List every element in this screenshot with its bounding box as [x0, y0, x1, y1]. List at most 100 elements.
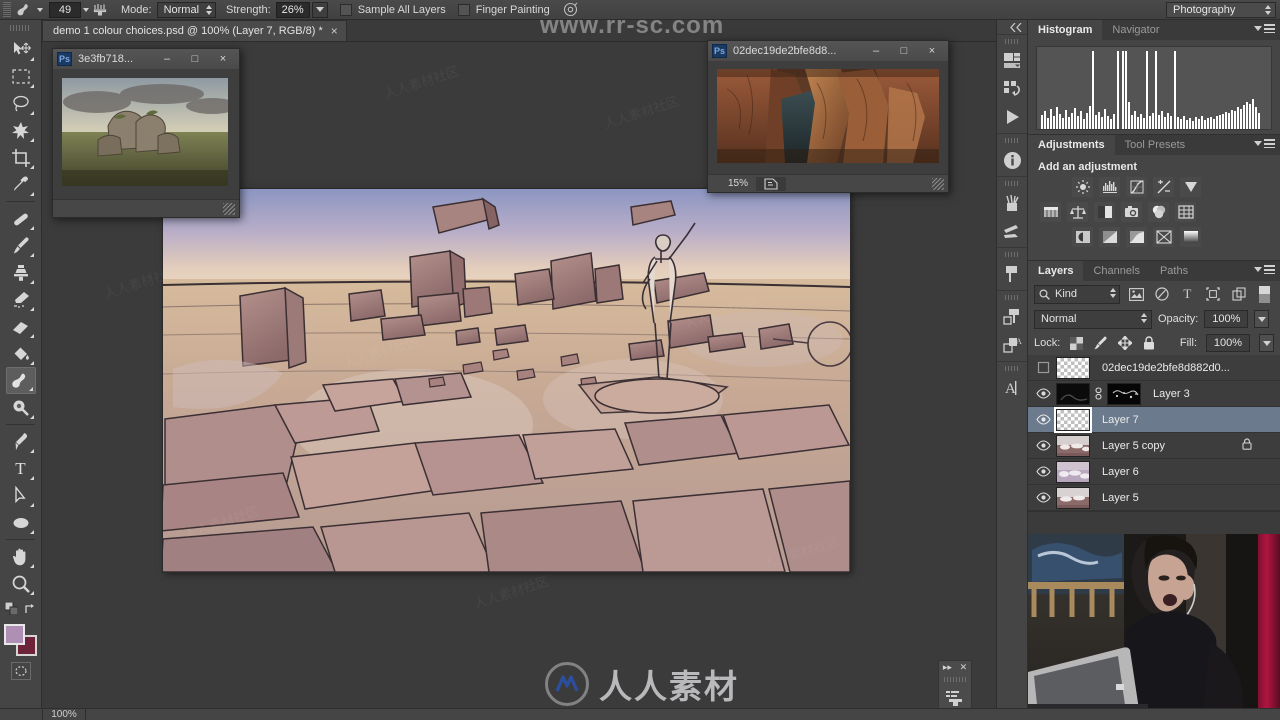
layer-visibility-toggle[interactable]	[1030, 381, 1056, 407]
brush-panel-icon[interactable]	[89, 1, 111, 19]
tab-tool-presets[interactable]: Tool Presets	[1115, 135, 1196, 155]
quick-mask-icon[interactable]	[10, 662, 31, 680]
layer-name[interactable]: Layer 7	[1102, 414, 1139, 426]
brush-presets-icon[interactable]	[998, 189, 1026, 217]
tool-move-flyout-icon[interactable]	[29, 57, 34, 61]
tab-adjustments[interactable]: Adjustments	[1028, 135, 1115, 155]
minimize-button[interactable]: –	[153, 50, 181, 68]
tool-path-selection[interactable]	[6, 482, 36, 509]
paragraph-styles-icon[interactable]: A	[998, 331, 1026, 359]
layer-thumbnail[interactable]	[1056, 486, 1090, 509]
tool-smudge[interactable]	[5, 367, 36, 394]
tool-spot-healing-brush[interactable]	[6, 205, 36, 232]
levels-icon[interactable]	[1099, 177, 1120, 197]
brush-size-input[interactable]: 49	[49, 1, 81, 18]
tool-hand-flyout-icon[interactable]	[29, 564, 34, 568]
layer-visibility-toggle[interactable]	[1030, 433, 1056, 459]
tool-eyedropper[interactable]	[6, 171, 36, 198]
tool-eraser[interactable]	[6, 313, 36, 340]
tool-crop[interactable]	[6, 144, 36, 171]
foreground-color-swatch[interactable]	[3, 624, 25, 645]
layer-comps-icon[interactable]	[998, 303, 1026, 331]
filter-shape-icon[interactable]	[1203, 285, 1223, 304]
table-row[interactable]: Layer 5 copy	[1028, 433, 1280, 459]
tool-hand[interactable]	[6, 543, 36, 570]
filter-type-icon[interactable]: T	[1178, 285, 1198, 304]
tool-brush[interactable]	[6, 232, 36, 259]
layer-name[interactable]: Layer 6	[1102, 466, 1139, 478]
mini-bridge-icon[interactable]	[998, 47, 1026, 75]
tool-dodge-flyout-icon[interactable]	[29, 415, 34, 419]
black-white-icon[interactable]	[1094, 202, 1115, 222]
window-canvas[interactable]	[53, 69, 239, 199]
minimize-button[interactable]: –	[862, 42, 890, 60]
measurement-log-icon[interactable]	[939, 684, 971, 711]
maximize-button[interactable]: □	[181, 50, 209, 68]
tool-paint-bucket[interactable]	[6, 340, 36, 367]
close-icon[interactable]: ✕	[960, 662, 968, 673]
layer-thumbnail[interactable]	[1056, 434, 1090, 457]
tool-marquee-flyout-icon[interactable]	[29, 84, 34, 88]
photo-filter-icon[interactable]	[1121, 202, 1142, 222]
table-row[interactable]: Layer 6	[1028, 459, 1280, 485]
workspace-switcher[interactable]: Photography	[1166, 1, 1276, 18]
info-icon[interactable]	[998, 146, 1026, 174]
layer-thumbnail[interactable]	[1056, 460, 1090, 483]
tool-clone-stamp-flyout-icon[interactable]	[29, 280, 34, 284]
lock-image-pixels-icon[interactable]	[1093, 336, 1108, 351]
layer-visibility-toggle[interactable]	[1030, 459, 1056, 485]
window-canvas[interactable]	[708, 61, 948, 174]
table-row[interactable]: Layer 3	[1028, 381, 1280, 407]
tool-ellipse-flyout-icon[interactable]	[29, 530, 34, 534]
tool-lasso-flyout-icon[interactable]	[29, 111, 34, 115]
layer-name[interactable]: Layer 3	[1153, 388, 1190, 400]
fill-value[interactable]: 100%	[1206, 334, 1250, 352]
tab-layers[interactable]: Layers	[1028, 261, 1084, 281]
strength-dropdown-icon[interactable]	[311, 1, 328, 18]
layer-mask-thumbnail[interactable]	[1107, 382, 1141, 405]
tool-healing-flyout-icon[interactable]	[29, 226, 34, 230]
curves-icon[interactable]	[1126, 177, 1147, 197]
close-icon[interactable]: ×	[331, 24, 338, 38]
collapse-panels-icon[interactable]	[997, 20, 1027, 34]
layer-name[interactable]: Layer 5	[1102, 492, 1139, 504]
layer-visibility-toggle[interactable]	[1030, 407, 1056, 433]
window-title-bar[interactable]: Ps 3e3fb718... – □ ×	[53, 49, 239, 69]
finger-painting-checkbox[interactable]	[457, 3, 470, 16]
dock-group-grip[interactable]	[1005, 37, 1019, 46]
exposure-icon[interactable]	[1153, 177, 1174, 197]
layer-thumbnail[interactable]	[1056, 382, 1090, 405]
tab-navigator[interactable]: Navigator	[1102, 20, 1169, 40]
dock-group-grip[interactable]	[1005, 293, 1019, 302]
maximize-button[interactable]: □	[890, 42, 918, 60]
gradient-map-icon[interactable]	[1180, 227, 1201, 247]
resize-grip[interactable]	[932, 177, 944, 190]
invert-icon[interactable]	[1072, 227, 1093, 247]
layer-name[interactable]: 02dec19de2bfe8d882d0...	[1102, 362, 1230, 374]
dock-group-grip[interactable]	[1005, 136, 1019, 145]
blend-mode-spinner-icon[interactable]	[1141, 312, 1147, 323]
tool-marquee[interactable]	[6, 63, 36, 90]
layer-visibility-toggle[interactable]	[1030, 485, 1056, 511]
dock-group-grip[interactable]	[1005, 364, 1019, 373]
clone-source-icon[interactable]	[998, 260, 1026, 288]
hue-saturation-icon[interactable]	[1040, 202, 1061, 222]
resize-grip[interactable]	[223, 202, 235, 215]
zoom-level[interactable]: 15%	[712, 178, 748, 189]
tool-type[interactable]: T	[6, 455, 36, 482]
tool-pen-flyout-icon[interactable]	[29, 449, 34, 453]
blend-mode-select[interactable]: Normal	[1034, 309, 1152, 329]
filter-smartobject-icon[interactable]	[1229, 285, 1249, 304]
filter-enable-toggle[interactable]	[1254, 285, 1274, 304]
tool-zoom-flyout-icon[interactable]	[29, 591, 34, 595]
tablet-pressure-icon[interactable]	[560, 1, 582, 19]
layer-filter-kind-select[interactable]: Kind	[1034, 284, 1121, 304]
tool-crop-flyout-icon[interactable]	[29, 165, 34, 169]
options-bar-grip[interactable]	[3, 1, 11, 18]
tool-eyedropper-flyout-icon[interactable]	[29, 192, 34, 196]
tool-path-selection-flyout-icon[interactable]	[29, 503, 34, 507]
filter-pixel-icon[interactable]	[1126, 285, 1146, 304]
document-info-icon[interactable]	[756, 176, 786, 191]
tab-channels[interactable]: Channels	[1083, 261, 1149, 281]
lock-transparent-pixels-icon[interactable]	[1069, 336, 1084, 351]
